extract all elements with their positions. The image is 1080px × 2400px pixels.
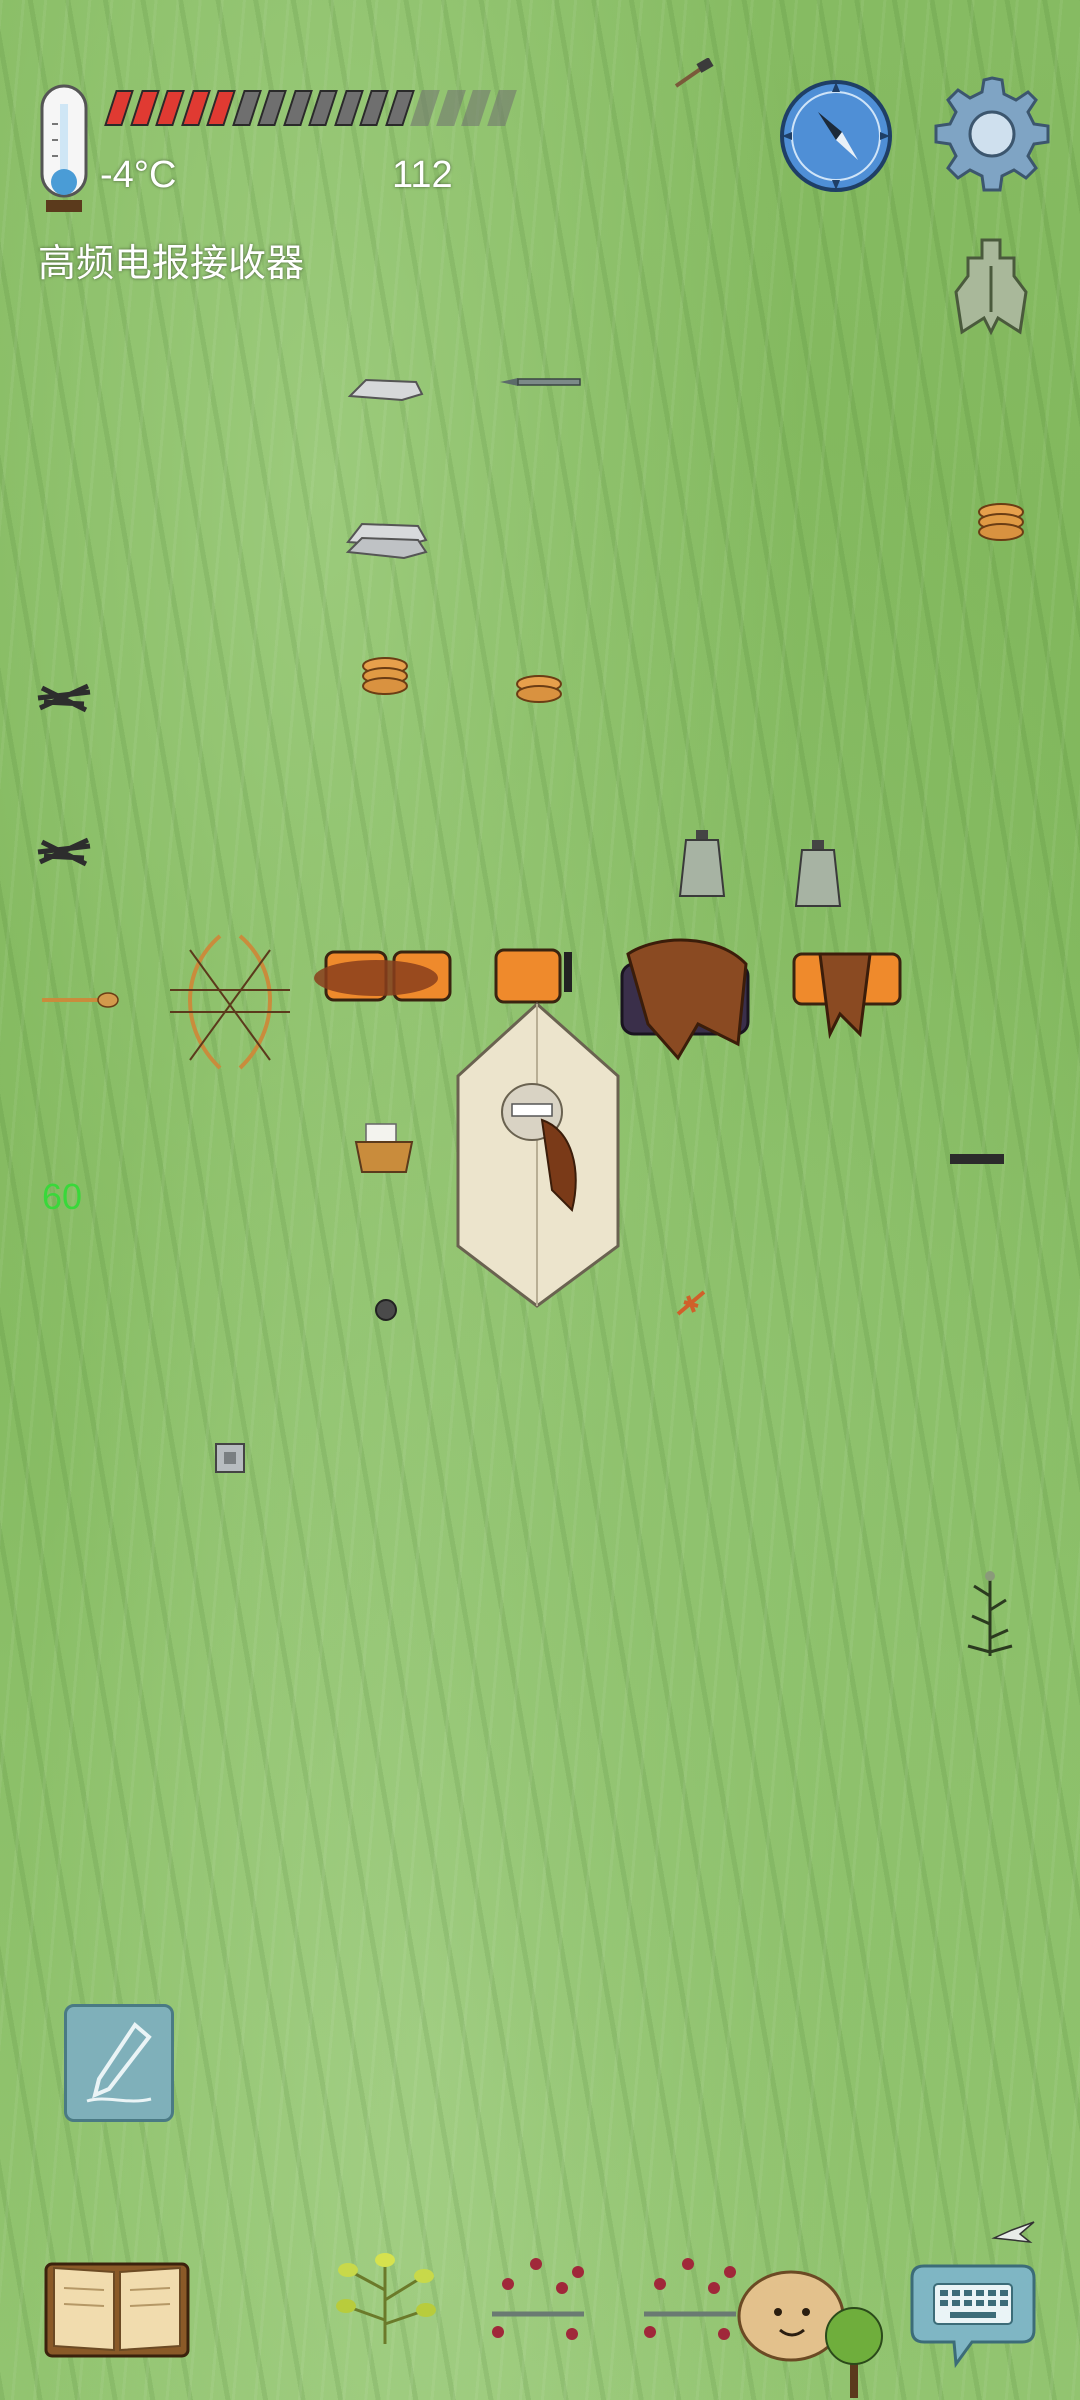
health-segment bbox=[282, 90, 313, 126]
health-bar bbox=[104, 90, 517, 128]
keyboard-chat-icon bbox=[910, 2264, 1036, 2369]
compass-icon bbox=[780, 80, 892, 192]
open-book-icon bbox=[44, 2262, 190, 2358]
gear-icon bbox=[934, 76, 1050, 192]
berry-bush[interactable] bbox=[478, 2244, 598, 2344]
health-segment bbox=[231, 90, 262, 126]
health-segment bbox=[410, 90, 440, 126]
bell-item[interactable] bbox=[676, 828, 728, 900]
wooden-spoon-item[interactable] bbox=[40, 988, 120, 1012]
health-segment bbox=[180, 90, 211, 126]
settings-button[interactable] bbox=[930, 72, 1054, 196]
stone-pile-item[interactable] bbox=[344, 512, 430, 560]
day-counter: 112 bbox=[392, 154, 453, 196]
herb-bush[interactable] bbox=[328, 2240, 442, 2350]
temperature-readout: -4°C bbox=[100, 154, 177, 196]
tent-shelter[interactable] bbox=[452, 1000, 622, 1310]
fps-counter: 60 bbox=[42, 1176, 83, 1217]
spade-coin-icon bbox=[954, 238, 1028, 336]
thermometer-gauge bbox=[38, 84, 90, 214]
small-tree[interactable] bbox=[820, 2300, 890, 2400]
health-segment bbox=[333, 90, 364, 126]
bird-creature[interactable] bbox=[990, 2218, 1036, 2246]
twig-bundle-item[interactable] bbox=[34, 678, 94, 718]
thermometer-icon bbox=[40, 84, 88, 212]
compass-button[interactable] bbox=[778, 78, 894, 194]
rope-coil-item[interactable] bbox=[976, 500, 1026, 550]
rope-coil-item[interactable] bbox=[360, 654, 410, 704]
health-segment bbox=[435, 90, 466, 126]
wild-plant[interactable] bbox=[960, 1566, 1020, 1660]
location-label: 高频电报接收器 bbox=[38, 243, 305, 285]
health-segment bbox=[206, 90, 236, 126]
rope-coil-item[interactable] bbox=[514, 672, 564, 706]
chat-button[interactable] bbox=[908, 2260, 1038, 2370]
drying-rack-station[interactable] bbox=[306, 932, 456, 1022]
health-segment bbox=[155, 90, 185, 126]
hammer-item[interactable] bbox=[672, 58, 716, 90]
dry-leaf-item[interactable] bbox=[674, 1288, 710, 1318]
berry-bush[interactable] bbox=[630, 2244, 750, 2344]
edit-note-button[interactable] bbox=[64, 2004, 174, 2122]
fur-storage-station[interactable] bbox=[618, 934, 752, 1064]
bow-rack-item[interactable] bbox=[160, 930, 300, 1074]
basket-item[interactable] bbox=[352, 1118, 416, 1174]
map-token-button[interactable] bbox=[948, 236, 1034, 336]
knife-item[interactable] bbox=[498, 372, 582, 392]
flat-stone-item[interactable] bbox=[346, 372, 426, 406]
health-segment bbox=[461, 90, 491, 126]
metal-part-item[interactable] bbox=[212, 1438, 250, 1476]
branch-item[interactable] bbox=[948, 1148, 1006, 1170]
game-world[interactable]: -4°C 112 高频电报接收器 60 bbox=[0, 0, 1080, 2400]
health-segment bbox=[486, 90, 517, 126]
health-segment bbox=[257, 90, 287, 126]
health-segment bbox=[129, 90, 160, 126]
health-segment bbox=[359, 90, 389, 126]
health-segment bbox=[104, 90, 134, 126]
pencil-icon bbox=[86, 2022, 152, 2103]
journal-button[interactable] bbox=[42, 2254, 192, 2360]
health-segment bbox=[384, 90, 415, 126]
pebble-item[interactable] bbox=[372, 1296, 400, 1324]
health-segment bbox=[308, 90, 338, 126]
bell-item[interactable] bbox=[792, 838, 844, 910]
drying-rack-station[interactable] bbox=[790, 934, 904, 1044]
twig-bundle-item[interactable] bbox=[34, 832, 94, 872]
